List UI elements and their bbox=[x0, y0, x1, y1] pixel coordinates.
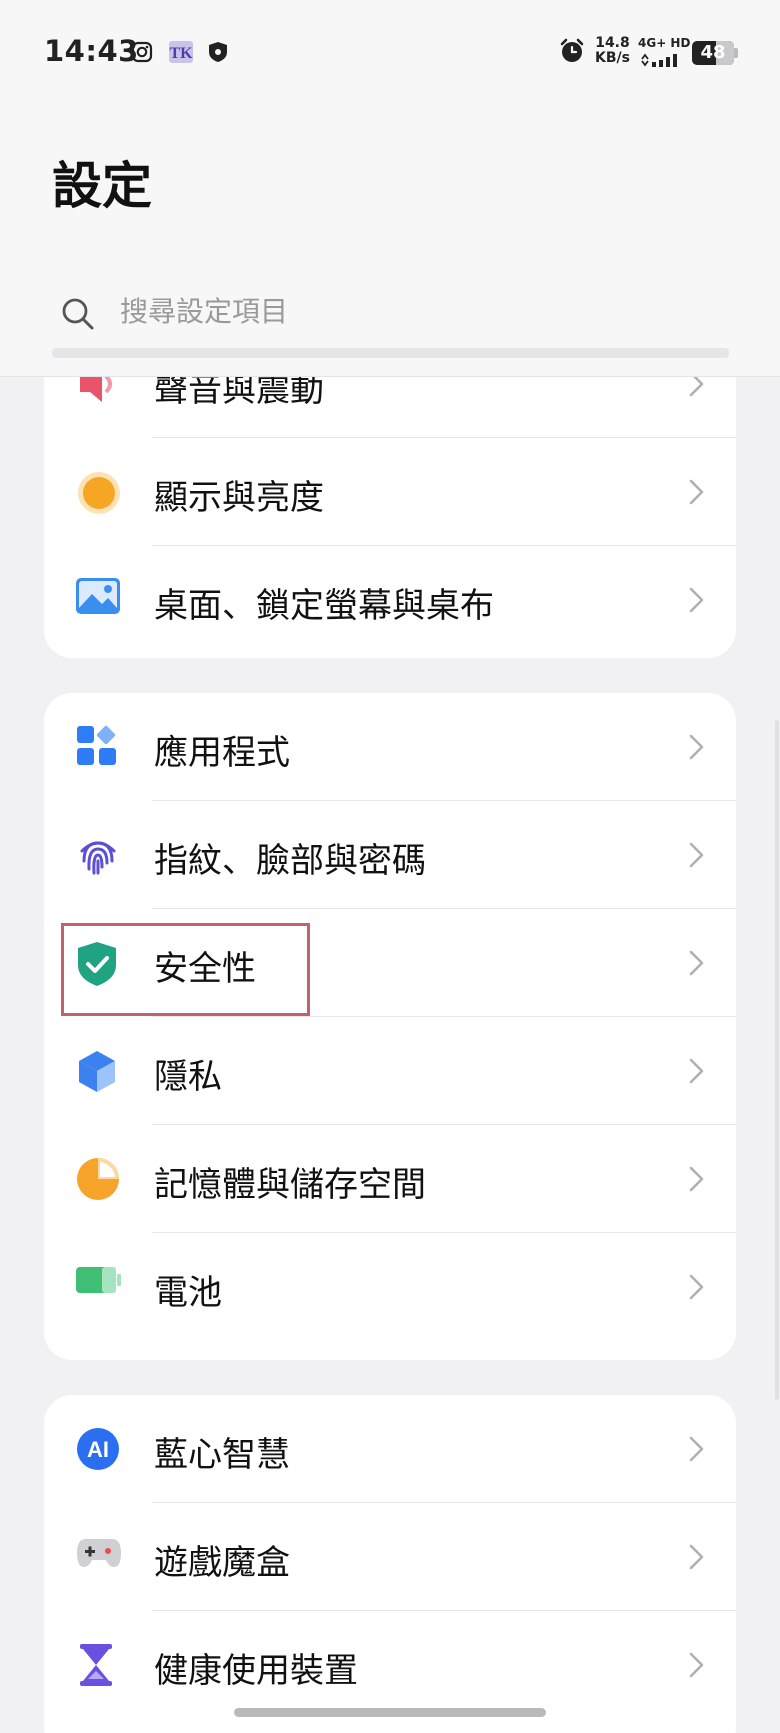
svg-text:TK: TK bbox=[169, 45, 193, 62]
network-speed-value: 14.8 bbox=[595, 35, 630, 51]
chevron-right-icon bbox=[688, 478, 706, 510]
storage-pie-icon bbox=[76, 1157, 120, 1201]
settings-item-label: 桌面、鎖定螢幕與桌布 bbox=[154, 586, 494, 626]
settings-item-battery[interactable]: 電池 bbox=[44, 1233, 736, 1341]
header: 14:43 TK 14.8 KB/s 4G+ HD 48 設定 bbox=[0, 0, 780, 377]
settings-item-privacy[interactable]: 隱私 bbox=[44, 1017, 736, 1125]
settings-item-label: 應用程式 bbox=[154, 733, 290, 773]
settings-item-label: 遊戲魔盒 bbox=[154, 1543, 290, 1583]
settings-group-display: 聲音與震動 顯示與亮度 桌面、鎖定螢幕與桌布 bbox=[44, 330, 736, 658]
battery-indicator: 48 bbox=[692, 41, 734, 65]
settings-item-apps[interactable]: 應用程式 bbox=[44, 693, 736, 801]
fingerprint-icon bbox=[76, 833, 120, 877]
ai-icon: AI bbox=[76, 1427, 120, 1471]
chevron-right-icon bbox=[688, 1651, 706, 1683]
chevron-right-icon bbox=[688, 586, 706, 618]
shield-icon bbox=[208, 41, 228, 67]
settings-item-label: 指紋、臉部與密碼 bbox=[154, 841, 426, 881]
settings-item-game-box[interactable]: 遊戲魔盒 bbox=[44, 1503, 736, 1611]
search-input[interactable] bbox=[120, 286, 680, 336]
chevron-right-icon bbox=[688, 1057, 706, 1089]
chevron-right-icon bbox=[688, 1273, 706, 1305]
settings-item-label: 顯示與亮度 bbox=[154, 478, 324, 518]
chevron-right-icon bbox=[688, 1435, 706, 1467]
settings-item-display[interactable]: 顯示與亮度 bbox=[44, 438, 736, 546]
scrollbar[interactable] bbox=[775, 720, 779, 1400]
highlight-box bbox=[61, 923, 310, 1016]
gamepad-icon bbox=[76, 1535, 121, 1579]
battery-icon bbox=[76, 1265, 121, 1309]
battery-level: 48 bbox=[700, 42, 726, 63]
settings-item-storage[interactable]: 記憶體與儲存空間 bbox=[44, 1125, 736, 1233]
settings-group-extras: AI 藍心智慧 遊戲魔盒 健康使用裝置 bbox=[44, 1395, 736, 1733]
settings-item-label: 健康使用裝置 bbox=[154, 1651, 358, 1691]
settings-item-fingerprint[interactable]: 指紋、臉部與密碼 bbox=[44, 801, 736, 909]
network-speed: 14.8 KB/s bbox=[595, 36, 630, 66]
apps-icon bbox=[76, 725, 120, 769]
network-type: 4G+ HD bbox=[638, 36, 691, 50]
settings-item-wallpaper[interactable]: 桌面、鎖定螢幕與桌布 bbox=[44, 546, 736, 654]
page-title: 設定 bbox=[52, 157, 152, 215]
status-time: 14:43 bbox=[44, 34, 139, 68]
search-bar[interactable] bbox=[52, 286, 732, 336]
battery-tip bbox=[734, 48, 738, 58]
settings-item-digital-wellbeing[interactable]: 健康使用裝置 bbox=[44, 1611, 736, 1719]
settings-item-label: 記憶體與儲存空間 bbox=[154, 1165, 426, 1205]
settings-item-label: 藍心智慧 bbox=[154, 1435, 290, 1475]
brightness-icon bbox=[76, 470, 120, 514]
chevron-right-icon bbox=[688, 841, 706, 873]
search-underline bbox=[52, 348, 729, 358]
search-icon bbox=[62, 298, 94, 334]
settings-group-system: 應用程式 指紋、臉部與密碼 安全性 隱私 記憶體與儲存空間 電池 bbox=[44, 693, 736, 1360]
settings-item-label: 電池 bbox=[154, 1273, 222, 1313]
settings-item-ai[interactable]: AI 藍心智慧 bbox=[44, 1395, 736, 1503]
settings-item-label: 隱私 bbox=[154, 1057, 222, 1097]
svg-text:AI: AI bbox=[87, 1437, 109, 1462]
app-notification-icon: TK bbox=[168, 40, 194, 68]
signal-icon bbox=[640, 52, 682, 71]
home-indicator[interactable] bbox=[234, 1708, 546, 1717]
privacy-cube-icon bbox=[76, 1049, 120, 1093]
chevron-right-icon bbox=[688, 1543, 706, 1575]
chevron-right-icon bbox=[688, 1165, 706, 1197]
hourglass-icon bbox=[76, 1643, 120, 1687]
chevron-right-icon bbox=[688, 733, 706, 765]
network-speed-unit: KB/s bbox=[595, 50, 630, 66]
chevron-right-icon bbox=[688, 949, 706, 981]
alarm-icon bbox=[559, 38, 585, 68]
wallpaper-icon bbox=[76, 578, 120, 622]
status-bar: 14:43 TK 14.8 KB/s 4G+ HD 48 bbox=[0, 0, 780, 110]
instagram-icon bbox=[131, 41, 153, 67]
